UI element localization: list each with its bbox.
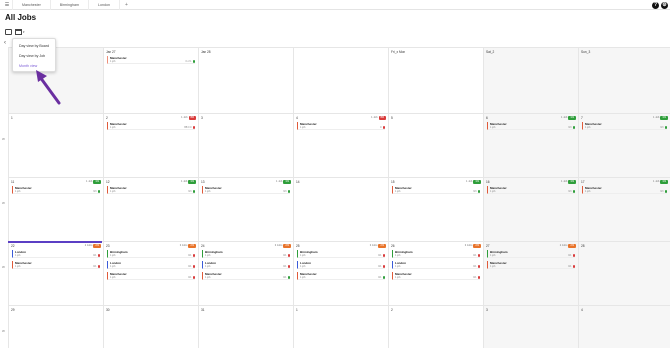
annotation-arrow-icon: [36, 70, 61, 105]
